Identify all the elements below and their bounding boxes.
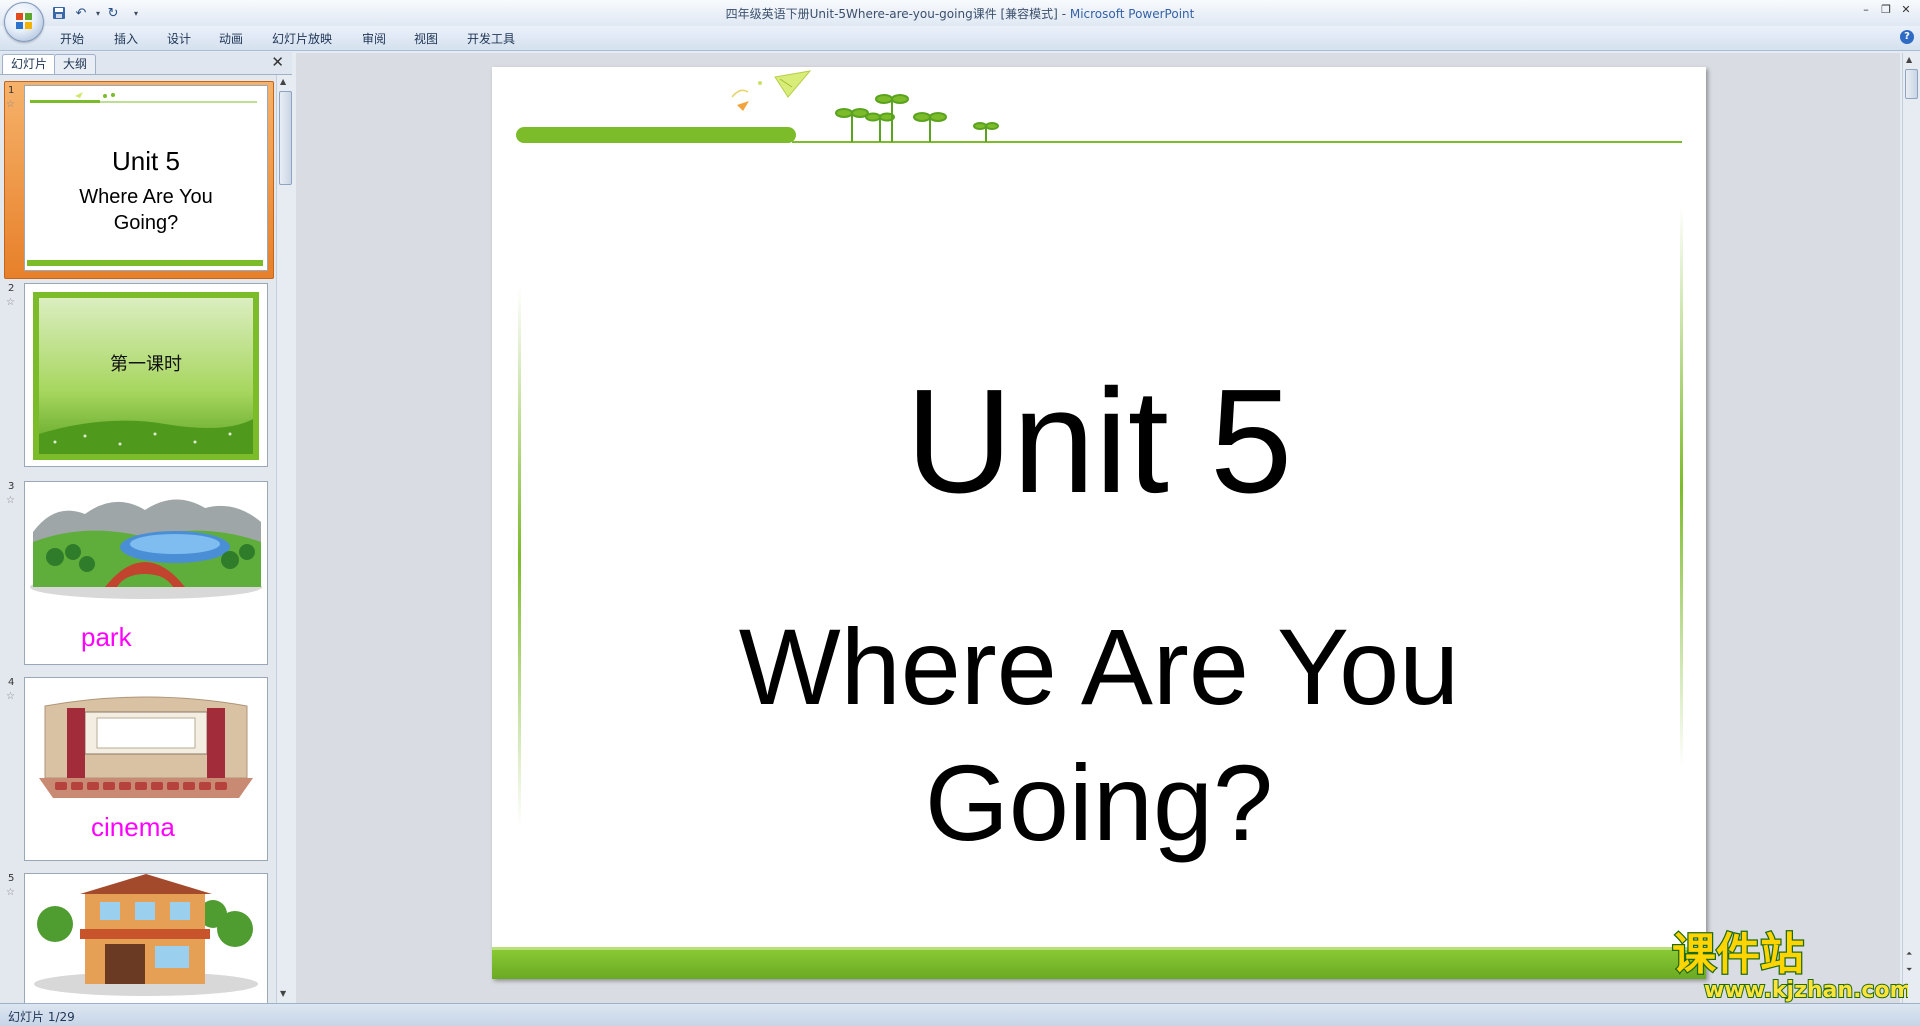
tab-insert[interactable]: 插入 bbox=[114, 30, 138, 47]
slide-subtitle-line2[interactable]: Going? bbox=[492, 743, 1706, 863]
tab-developer[interactable]: 开发工具 bbox=[467, 30, 515, 47]
scrollbar-thumb[interactable] bbox=[279, 91, 292, 185]
slide-number: 4 bbox=[8, 677, 15, 688]
animation-star-icon: ☆ bbox=[6, 297, 15, 308]
tab-outline[interactable]: 大纲 bbox=[54, 54, 97, 74]
help-icon[interactable]: ? bbox=[1900, 30, 1914, 44]
thumb-subtitle-line2: Going? bbox=[113, 212, 179, 234]
slide-number: 1 bbox=[8, 85, 15, 96]
status-bar: 幻灯片 1/29 bbox=[0, 1003, 1920, 1026]
pane-tabs: 幻灯片 大纲 ✕ bbox=[0, 52, 292, 75]
slide-thumb-1[interactable]: Unit 5 Where Are You Going? bbox=[24, 85, 268, 271]
watermark-graphic: 课件站 www.kjzhan.com bbox=[1671, 928, 1914, 1004]
scrollbar-thumb[interactable] bbox=[1905, 69, 1918, 99]
slide-subtitle-line1[interactable]: Where Are You bbox=[492, 607, 1706, 727]
thumb-word-cinema: cinema bbox=[91, 812, 175, 842]
thumb-subtitle-line1: Where Are You bbox=[79, 186, 213, 208]
tab-animations[interactable]: 动画 bbox=[219, 30, 243, 47]
app-name: Microsoft PowerPoint bbox=[1069, 7, 1195, 21]
scroll-down-arrow-icon[interactable]: ▼ bbox=[280, 989, 286, 998]
restore-icon[interactable]: ❐ bbox=[1876, 2, 1896, 18]
slide-indicator: 幻灯片 1/29 bbox=[8, 1010, 75, 1024]
document-name: 四年级英语下册Unit-5Where-are-you-going课件 [兼容模式… bbox=[725, 7, 1058, 21]
office-button[interactable] bbox=[4, 2, 44, 42]
slide-thumbnails: 1 ☆ Unit 5 Where Are You Going? 2 ☆ 第一课时… bbox=[0, 75, 276, 1003]
thumb-word-park: park bbox=[81, 622, 132, 652]
animation-star-icon: ☆ bbox=[6, 887, 15, 898]
thumb-title: Unit 5 bbox=[112, 146, 180, 176]
watermark-logo: 课件站 www.kjzhan.com bbox=[1668, 925, 1914, 1005]
window-controls: – ❐ ✕ bbox=[1856, 2, 1916, 18]
slide-editing-area: Unit 5 Where Are You Going? bbox=[296, 53, 1900, 1003]
main-vertical-scrollbar[interactable]: ▲ ⏶ ⏷ bbox=[1902, 53, 1919, 1003]
thumb-lesson-text: 第一课时 bbox=[110, 354, 182, 375]
slide-thumb-5[interactable] bbox=[24, 873, 268, 1003]
animation-star-icon: ☆ bbox=[6, 691, 15, 702]
close-icon[interactable]: ✕ bbox=[1896, 2, 1916, 18]
slide-thumb-3[interactable]: park bbox=[24, 481, 268, 665]
watermark-cn: 课件站 bbox=[1672, 929, 1804, 980]
slide-number: 3 bbox=[8, 481, 15, 492]
tab-design[interactable]: 设计 bbox=[167, 30, 191, 47]
slide-thumb-2[interactable]: 第一课时 bbox=[24, 283, 268, 467]
title-bar: ↶ ▾ ↻ ▾ 四年级英语下册Unit-5Where-are-you-going… bbox=[0, 0, 1920, 26]
tab-review[interactable]: 审阅 bbox=[362, 30, 386, 47]
thumb-decoration bbox=[27, 92, 263, 266]
ribbon-tabs: 开始 插入 设计 动画 幻灯片放映 审阅 视图 开发工具 ? bbox=[0, 26, 1920, 51]
slide-title[interactable]: Unit 5 bbox=[492, 367, 1706, 517]
scroll-up-arrow-icon[interactable]: ▲ bbox=[1906, 55, 1912, 64]
office-logo-icon bbox=[16, 13, 32, 29]
restaurant-illustration bbox=[34, 874, 258, 996]
current-slide[interactable]: Unit 5 Where Are You Going? bbox=[492, 67, 1706, 979]
title-separator: - bbox=[1057, 7, 1070, 21]
minimize-icon[interactable]: – bbox=[1856, 2, 1876, 18]
tab-home[interactable]: 开始 bbox=[60, 30, 84, 47]
tab-slideshow[interactable]: 幻灯片放映 bbox=[272, 30, 332, 47]
tab-view[interactable]: 视图 bbox=[414, 30, 438, 47]
tab-slides[interactable]: 幻灯片 bbox=[2, 54, 57, 74]
window-title: 四年级英语下册Unit-5Where-are-you-going课件 [兼容模式… bbox=[0, 5, 1920, 22]
park-illustration bbox=[30, 499, 262, 599]
slide-number: 5 bbox=[8, 873, 15, 884]
animation-star-icon: ☆ bbox=[6, 495, 15, 506]
slide-thumb-4[interactable]: cinema bbox=[24, 677, 268, 861]
animation-star-icon: ☆ bbox=[6, 99, 15, 110]
scroll-up-arrow-icon[interactable]: ▲ bbox=[280, 77, 286, 86]
watermark-url: www.kjzhan.com bbox=[1704, 978, 1908, 1003]
close-pane-icon[interactable]: ✕ bbox=[271, 53, 284, 71]
slide-number: 2 bbox=[8, 283, 15, 294]
thumbnail-scrollbar[interactable]: ▲ ▼ bbox=[276, 75, 293, 1003]
